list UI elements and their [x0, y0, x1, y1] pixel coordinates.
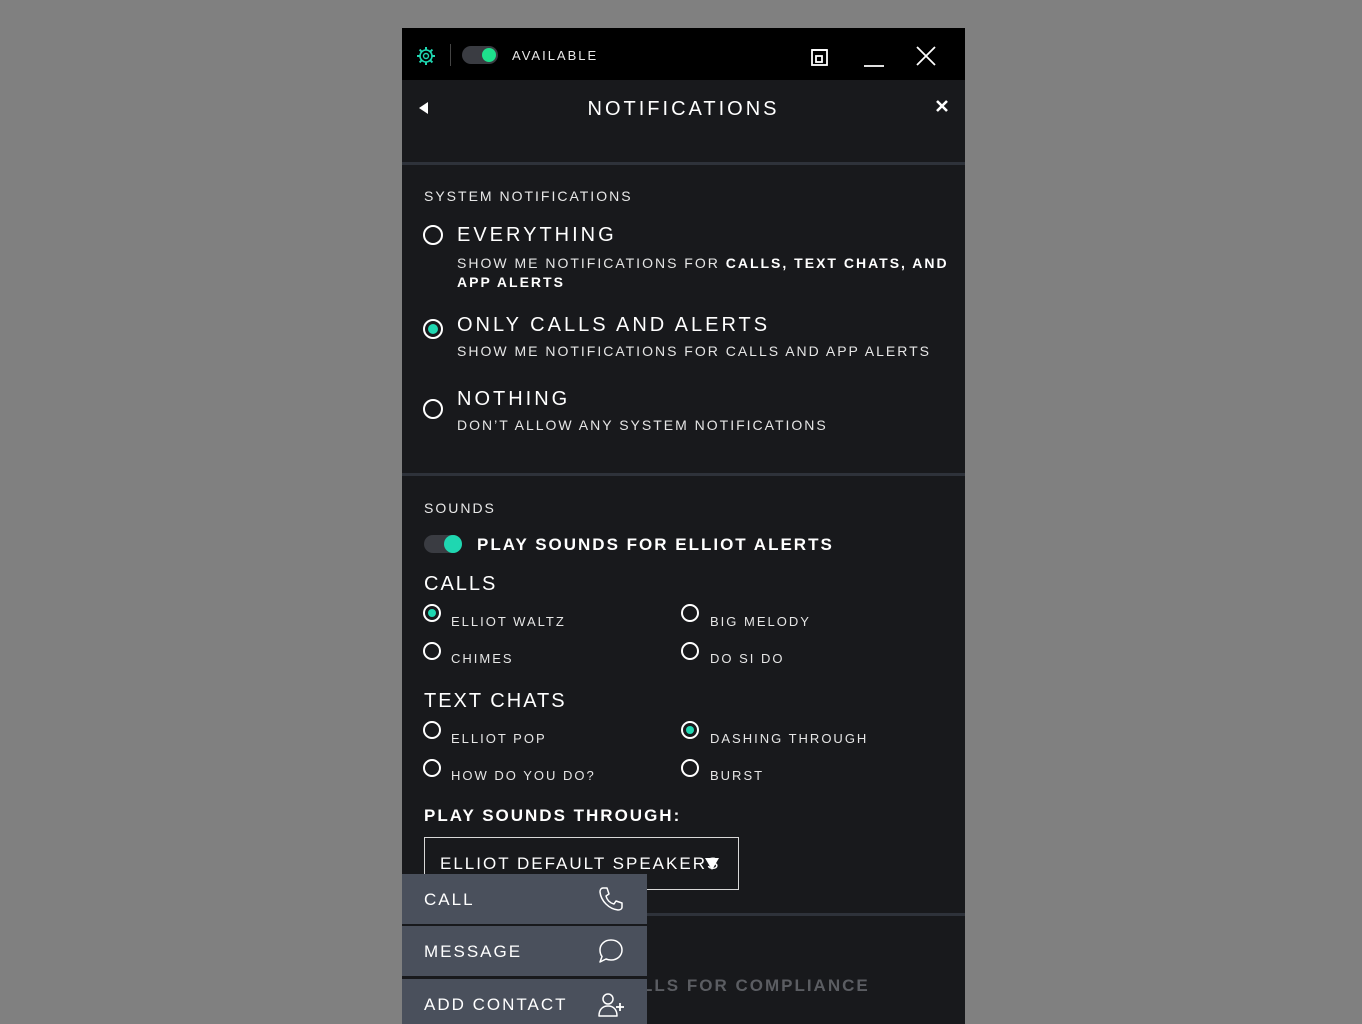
big-melody-label: BIG MELODY: [710, 614, 811, 629]
how-do-you-do-label: HOW DO YOU DO?: [451, 768, 596, 783]
nothing-title: NOTHING: [457, 388, 571, 410]
phone-icon: [599, 887, 623, 911]
nothing-description: DON’T ALLOW ANY SYSTEM NOTIFICATIONS: [457, 417, 828, 433]
elliot-waltz-radio[interactable]: [423, 604, 441, 622]
add-contact-icon: [598, 993, 624, 1017]
elliot-waltz-label: ELLIOT WALTZ: [451, 614, 566, 629]
compliance-label: LLS FOR COMPLIANCE: [642, 976, 870, 995]
restore-icon[interactable]: [808, 44, 832, 68]
system-notifications-label: SYSTEM NOTIFICATIONS: [424, 188, 633, 204]
dashing-through-label: DASHING THROUGH: [710, 731, 869, 746]
output-device-value: ELLIOT DEFAULT SPEAKERS: [440, 854, 721, 873]
elliot-pop-radio[interactable]: [423, 721, 441, 739]
only-calls-alerts-radio[interactable]: [423, 319, 443, 339]
nothing-radio[interactable]: [423, 399, 443, 419]
menu-item-message-label: MESSAGE: [424, 942, 523, 961]
availability-toggle-knob: [482, 48, 496, 62]
everything-title: EVERYTHING: [457, 224, 617, 246]
chimes-label: CHIMES: [451, 651, 514, 666]
do-si-do-label: DO SI DO: [710, 651, 785, 666]
elliot-pop-label: ELLIOT POP: [451, 731, 547, 746]
title-bar: AVAILABLE: [402, 28, 965, 80]
menu-item-add-contact[interactable]: ADD CONTACT: [402, 979, 647, 1024]
play-sounds-toggle[interactable]: [424, 535, 462, 553]
menu-item-call-label: CALL: [424, 890, 475, 909]
gear-icon[interactable]: [416, 46, 436, 66]
minimize-icon[interactable]: [862, 44, 886, 68]
big-melody-radio[interactable]: [681, 604, 699, 622]
page-title: NOTIFICATIONS: [587, 98, 780, 120]
menu-item-message[interactable]: MESSAGE: [402, 926, 647, 976]
everything-description: SHOW ME NOTIFICATIONS FOR CALLS, TEXT CH…: [457, 254, 957, 292]
section-divider: [402, 473, 965, 476]
play-sounds-toggle-label: PLAY SOUNDS FOR ELLIOT ALERTS: [477, 535, 834, 554]
contact-context-menu: CALL MESSAGE ADD CONTACT: [402, 874, 647, 1024]
sounds-label: SOUNDS: [424, 500, 496, 516]
how-do-you-do-radio[interactable]: [423, 759, 441, 777]
burst-radio[interactable]: [681, 759, 699, 777]
close-icon[interactable]: [934, 98, 950, 114]
chat-bubble-icon: [599, 939, 623, 963]
menu-item-add-contact-label: ADD CONTACT: [424, 995, 568, 1014]
menu-item-call[interactable]: CALL: [402, 874, 647, 924]
dashing-through-radio[interactable]: [681, 721, 699, 739]
availability-status: AVAILABLE: [512, 48, 599, 63]
chimes-radio[interactable]: [423, 642, 441, 660]
burst-label: BURST: [710, 768, 765, 783]
only-calls-alerts-description: SHOW ME NOTIFICATIONS FOR CALLS AND APP …: [457, 343, 931, 359]
text-chats-group-title: TEXT CHATS: [424, 690, 567, 712]
everything-radio[interactable]: [423, 225, 443, 245]
title-separator: [450, 44, 451, 66]
do-si-do-radio[interactable]: [681, 642, 699, 660]
play-sounds-toggle-knob: [444, 535, 462, 553]
calls-group-title: CALLS: [424, 573, 498, 595]
chevron-down-icon: [705, 858, 719, 870]
play-sounds-through-label: PLAY SOUNDS THROUGH:: [424, 806, 682, 825]
availability-toggle[interactable]: [462, 46, 498, 64]
close-icon[interactable]: [914, 44, 938, 68]
only-calls-alerts-title: ONLY CALLS AND ALERTS: [457, 314, 771, 336]
everything-description-text: SHOW ME NOTIFICATIONS FOR: [457, 255, 726, 271]
panel-header: NOTIFICATIONS: [402, 80, 965, 165]
